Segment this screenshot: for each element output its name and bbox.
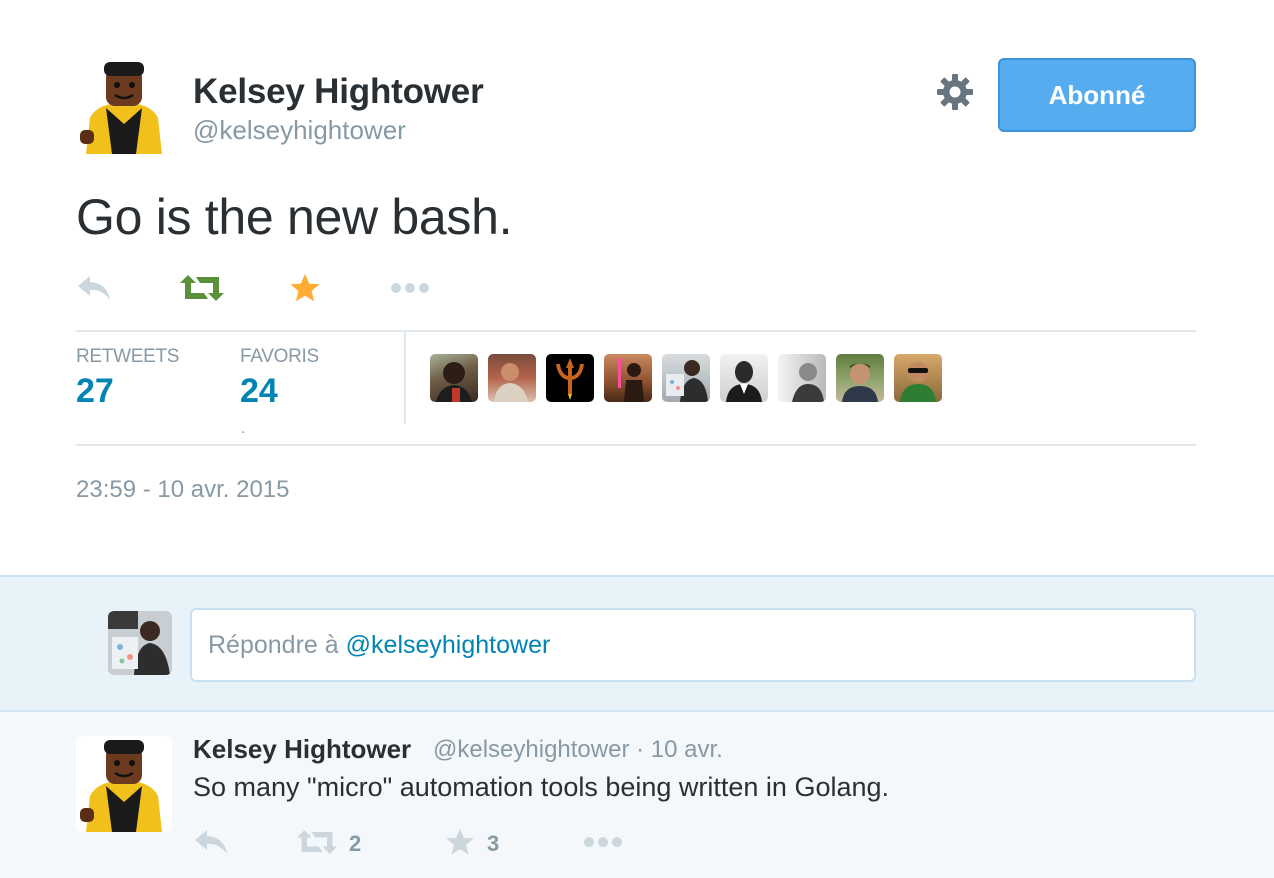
favoriter-avatar[interactable] — [546, 354, 594, 402]
favorites-count[interactable]: 24 — [240, 372, 278, 411]
favoriter-avatar[interactable] — [720, 354, 768, 402]
retweet-icon — [297, 828, 337, 861]
author-handle[interactable]: @kelseyhightower — [193, 115, 406, 146]
favorite-star-icon — [289, 273, 321, 308]
favorite-star-icon — [445, 828, 475, 861]
reply-composer: Répondre à @kelseyhightower — [0, 575, 1274, 712]
author-name[interactable]: Kelsey Hightower — [193, 72, 484, 112]
divider — [76, 444, 1196, 446]
author-avatar[interactable] — [76, 736, 172, 832]
more-dots-icon — [583, 835, 623, 853]
reply-placeholder-prefix: Répondre à — [208, 630, 339, 659]
retweet-action[interactable] — [180, 270, 224, 310]
following-button[interactable]: Abonné — [998, 58, 1196, 132]
favorites-label: FAVORIS — [240, 346, 319, 367]
tweet-detail: Kelsey Hightower @kelseyhightower Abonné… — [0, 0, 1274, 575]
reply-action[interactable] — [193, 824, 229, 864]
reply-icon — [76, 273, 112, 308]
conversation-tweet[interactable]: Kelsey Hightower @kelseyhightower · 10 a… — [0, 712, 1274, 878]
favoriter-avatar[interactable] — [894, 354, 942, 402]
favorite-count: 3 — [487, 831, 500, 856]
reply-action[interactable] — [76, 270, 112, 310]
retweet-action[interactable]: 2 — [297, 824, 361, 864]
divider — [76, 330, 1196, 332]
favoriter-avatar[interactable] — [430, 354, 478, 402]
current-user-avatar — [108, 611, 172, 675]
retweets-count[interactable]: 27 — [76, 372, 114, 411]
favoriter-avatar[interactable] — [836, 354, 884, 402]
divider — [404, 332, 406, 424]
more-action[interactable] — [390, 270, 430, 310]
reply-icon — [193, 827, 229, 862]
retweet-icon — [180, 273, 224, 308]
author-avatar[interactable] — [76, 58, 172, 154]
retweets-label: RETWEETS — [76, 346, 180, 367]
more-action[interactable] — [583, 824, 623, 864]
reply-placeholder-mention: @kelseyhightower — [345, 630, 551, 659]
favoriter-avatar[interactable] — [662, 354, 710, 402]
stray-mark: . — [241, 420, 246, 437]
reply-input[interactable]: Répondre à @kelseyhightower — [190, 608, 1196, 682]
favoriter-avatar[interactable] — [488, 354, 536, 402]
gear-icon[interactable] — [935, 72, 975, 112]
favoriter-avatar[interactable] — [604, 354, 652, 402]
reply-author-name[interactable]: Kelsey Hightower — [193, 734, 411, 765]
more-dots-icon — [390, 281, 430, 299]
favorite-action[interactable]: 3 — [445, 824, 499, 864]
tweet-text: Go is the new bash. — [76, 189, 513, 245]
favorite-action[interactable] — [289, 270, 321, 310]
reply-author-meta[interactable]: @kelseyhightower · 10 avr. — [433, 736, 723, 764]
favoriter-avatar[interactable] — [778, 354, 826, 402]
reply-tweet-text: So many "micro" automation tools being w… — [193, 772, 890, 802]
tweet-timestamp: 23:59 - 10 avr. 2015 — [76, 476, 290, 503]
retweet-count: 2 — [349, 831, 362, 856]
